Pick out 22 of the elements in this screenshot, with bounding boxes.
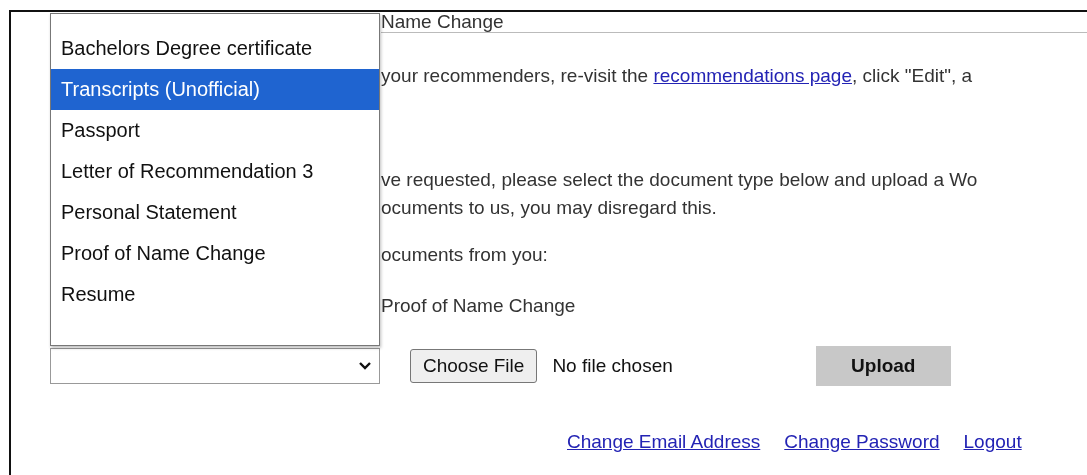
dropdown-option[interactable]: Passport (51, 110, 379, 151)
dropdown-option[interactable]: Transcripts (Unofficial) (51, 69, 379, 110)
dropdown-option[interactable]: Letter of Recommendation 3 (51, 151, 379, 192)
requested-label: ocuments from you: (381, 243, 549, 267)
choose-file-button[interactable]: Choose File (410, 349, 538, 383)
footer-link[interactable]: Change Password (784, 431, 940, 453)
footer-link[interactable]: Change Email Address (567, 431, 761, 453)
file-status: No file chosen (552, 355, 673, 377)
instruction-text: ocuments to us, you may disregard this. (381, 196, 718, 220)
chevron-down-icon (359, 362, 371, 370)
dropdown-option[interactable]: Personal Statement (51, 192, 379, 233)
upload-button[interactable]: Upload (815, 346, 951, 386)
section-heading: Name Change (381, 12, 505, 32)
dropdown-option[interactable]: Bachelors Degree certificate (51, 28, 379, 69)
recommenders-note: your recommenders, re-visit the recommendations page, click "Edit", a (381, 64, 974, 88)
document-type-select[interactable] (50, 348, 380, 384)
instruction-text: ve requested, please select the document type below and upload a Wo (381, 168, 979, 192)
dropdown-option[interactable]: Proof of Name Change (51, 233, 379, 274)
dropdown-option[interactable]: Resume (51, 274, 379, 315)
recommendations-link[interactable]: recommendations page (653, 65, 852, 86)
requested-document: Proof of Name Change (381, 294, 577, 318)
footer-link[interactable]: Logout (963, 431, 1022, 453)
